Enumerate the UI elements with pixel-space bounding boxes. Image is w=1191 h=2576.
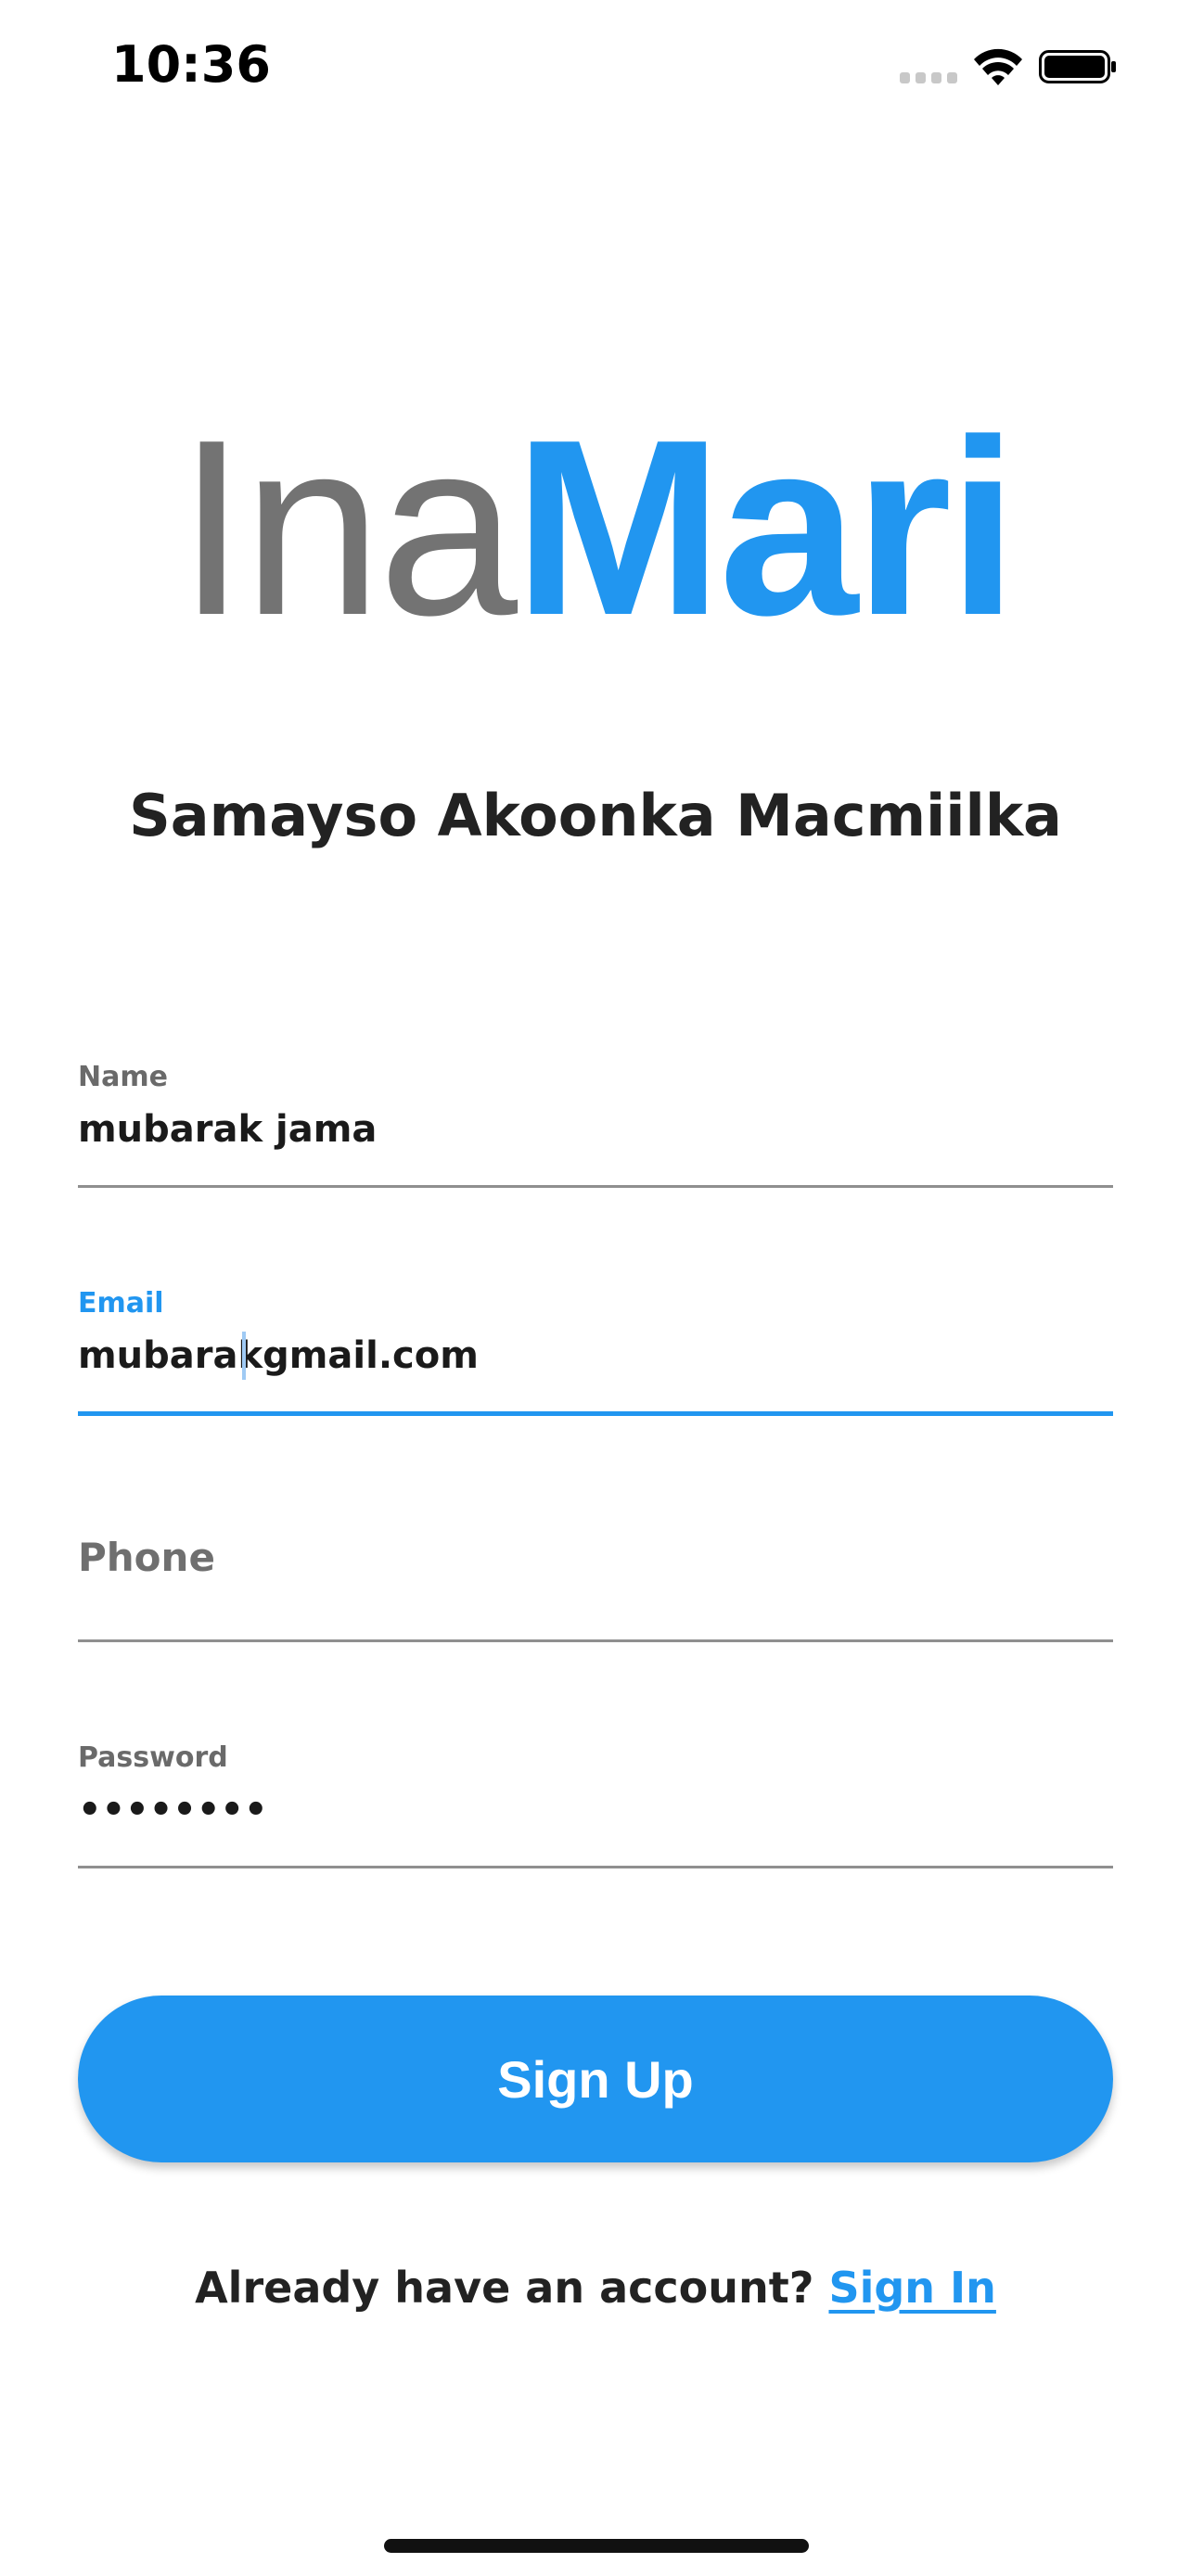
signin-link[interactable]: Sign In [828,2263,995,2313]
signal-icon [900,72,957,85]
signin-prompt-row: Already have an account? Sign In [0,2255,1191,2320]
text-cursor [242,1332,246,1380]
email-input-container[interactable]: mubarakgmail.com [78,1330,1113,1382]
page-title: Samayso Akoonka Macmiilka [129,782,1062,849]
logo-text-ina: Ina [176,389,518,668]
signin-prompt-text: Already have an account? [195,2263,814,2313]
name-underline [78,1185,1113,1188]
name-input[interactable]: mubarak jama [78,1103,1113,1155]
email-label: Email [78,1287,164,1320]
password-label: Password [78,1741,228,1774]
wifi-icon [974,48,1022,85]
password-field[interactable]: Password •••••••• [78,1740,1113,1868]
name-label: Name [78,1061,168,1093]
email-input[interactable]: mubarakgmail.com [78,1334,479,1377]
phone-input[interactable]: Phone [78,1532,1113,1584]
email-underline [78,1411,1113,1416]
status-time: 10:36 [111,35,271,94]
signup-button[interactable]: Sign Up [78,1996,1113,2162]
password-input[interactable]: •••••••• [78,1784,1113,1836]
email-field[interactable]: Email mubarakgmail.com [78,1285,1113,1416]
battery-icon [1039,50,1116,83]
logo-text-mari: Mari [514,389,1018,668]
phone-underline [78,1639,1113,1642]
password-underline [78,1866,1113,1868]
home-indicator[interactable] [384,2539,809,2553]
phone-field[interactable]: Phone [78,1532,1113,1642]
status-bar: 10:36 [0,0,1191,139]
name-field[interactable]: Name mubarak jama [78,1059,1113,1188]
app-logo: InaMari [0,389,1191,668]
